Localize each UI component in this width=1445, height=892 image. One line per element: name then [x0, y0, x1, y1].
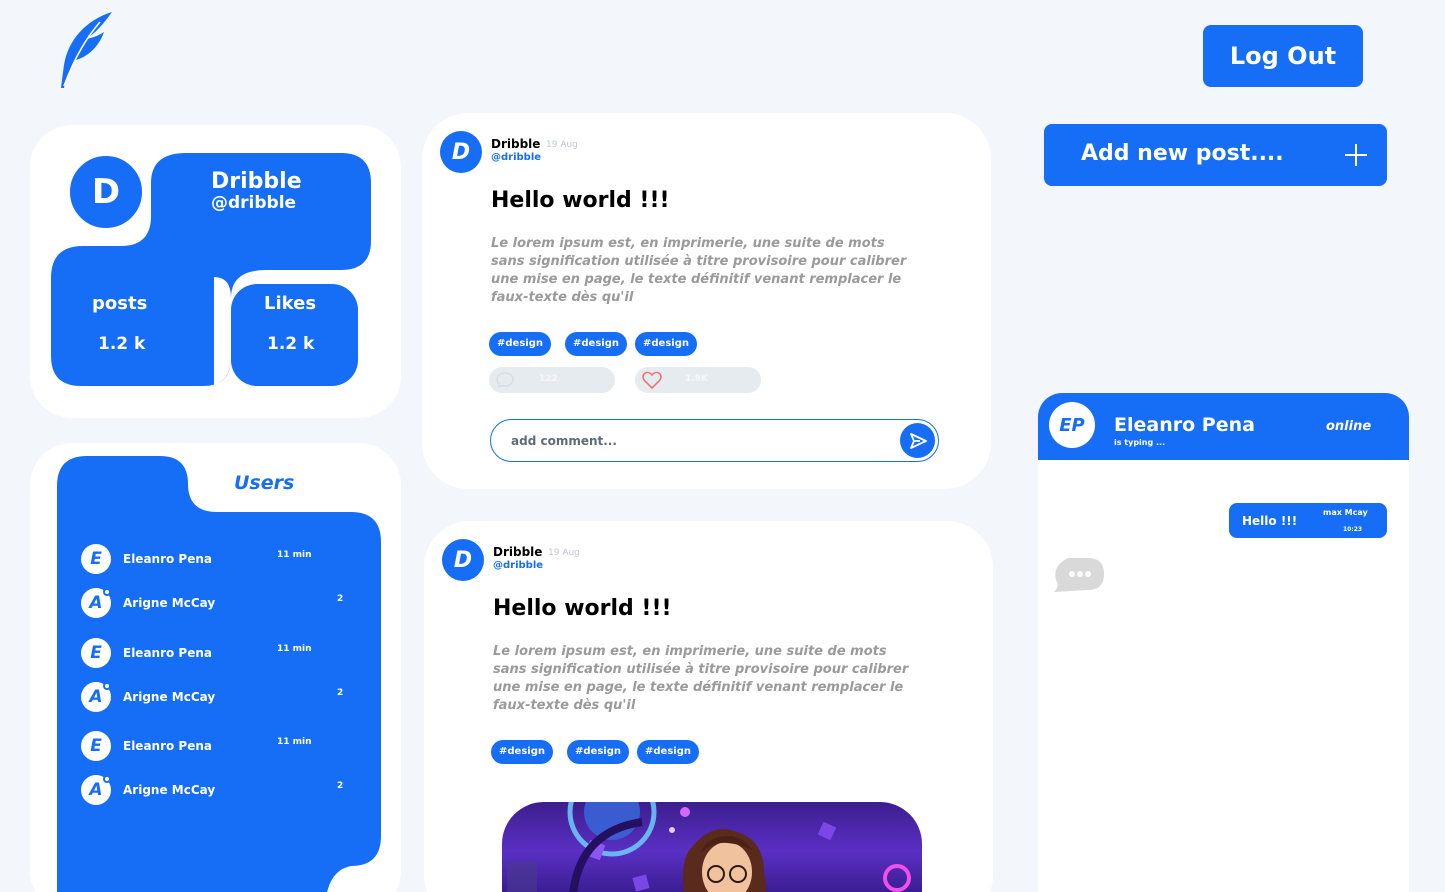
post-image[interactable] [502, 802, 922, 892]
message-time: 10:23 [1343, 526, 1363, 533]
typing-indicator-text: is typing ... [1114, 438, 1166, 447]
post-title: Hello world !!! [491, 188, 670, 213]
illustrated-girl-image [507, 802, 911, 892]
heart-icon [642, 371, 662, 390]
add-new-post-label: Add new post.... [1081, 141, 1284, 166]
plus-icon [1345, 144, 1367, 166]
user-name: Eleanro Pena [123, 552, 213, 566]
users-title: Users [234, 472, 295, 494]
typing-bubble-icon [1054, 558, 1104, 592]
user-time: 2 [337, 594, 344, 604]
add-new-post-button[interactable]: Add new post.... [1044, 124, 1387, 186]
user-list-item[interactable]: E Eleanro Pena 11 min [81, 638, 321, 670]
user-list-item[interactable]: E Eleanro Pena 11 min [81, 544, 321, 576]
post-tag[interactable]: #design [637, 740, 699, 764]
user-avatar: E [81, 638, 111, 668]
post-author-handle[interactable]: @dribble [491, 152, 541, 163]
online-status: online [1326, 419, 1372, 434]
user-time: 11 min [277, 737, 312, 747]
logout-button[interactable]: Log Out [1203, 25, 1363, 87]
profile-name: Dribble [211, 169, 302, 194]
user-time: 2 [337, 781, 344, 791]
user-name: Eleanro Pena [123, 646, 213, 660]
users-card: Users E Eleanro Pena 11 min A Arigne McC… [30, 443, 401, 892]
likes-count: 1.8K [685, 374, 708, 384]
post-title: Hello world !!! [493, 596, 672, 621]
profile-handle: @dribble [211, 193, 297, 213]
user-name: Arigne McCay [123, 783, 216, 797]
posts-stat-value: 1.2 k [98, 334, 146, 354]
user-avatar: E [81, 731, 111, 761]
user-list-item[interactable]: E Eleanro Pena 11 min [81, 731, 321, 763]
post-tag[interactable]: #design [567, 740, 629, 764]
chat-header: EP Eleanro Pena is typing ... online [1038, 393, 1409, 460]
user-list-item[interactable]: A Arigne McCay 2 [81, 775, 343, 807]
post-tag[interactable]: #design [565, 332, 627, 356]
profile-avatar[interactable]: D [66, 152, 146, 232]
profile-card: D Dribble @dribble posts 1.2 k Likes 1.2… [30, 125, 401, 418]
chat-panel: EP Eleanro Pena is typing ... online Hel… [1038, 393, 1409, 892]
message-text: Hello !!! [1242, 514, 1298, 528]
post-tag[interactable]: #design [635, 332, 697, 356]
likes-stat-label: Likes [264, 293, 317, 314]
post-date: 19 Aug [546, 140, 578, 150]
user-list-item[interactable]: A Arigne McCay 2 [81, 588, 343, 620]
post-author-name[interactable]: Dribble [491, 137, 540, 151]
send-comment-button[interactable] [900, 423, 935, 458]
user-time: 11 min [277, 550, 312, 560]
online-indicator [103, 775, 111, 783]
chat-message[interactable]: Hello !!! max Mcay 10:23 [1229, 503, 1387, 538]
post-body: Le lorem ipsum est, en imprimerie, une s… [491, 236, 907, 305]
chat-contact-name: Eleanro Pena [1114, 414, 1255, 436]
like-button[interactable]: 1.8K [635, 367, 761, 393]
user-time: 2 [337, 688, 344, 698]
post-author-handle[interactable]: @dribble [493, 560, 543, 571]
feather-icon[interactable] [56, 10, 116, 90]
user-name: Arigne McCay [123, 596, 216, 610]
comment-input[interactable] [511, 430, 881, 452]
user-time: 11 min [277, 644, 312, 654]
post-body: Le lorem ipsum est, en imprimerie, une s… [493, 644, 909, 713]
users-card-background [57, 456, 381, 892]
post-date: 19 Aug [548, 548, 580, 558]
send-icon [909, 432, 927, 449]
user-name: Arigne McCay [123, 690, 216, 704]
chat-avatar[interactable]: EP [1049, 402, 1095, 448]
user-avatar: E [81, 544, 111, 574]
message-sender: max Mcay [1323, 508, 1368, 517]
post-author-avatar[interactable]: D [442, 539, 484, 581]
comments-button[interactable]: 122 [489, 367, 615, 393]
online-indicator [103, 588, 111, 596]
post-tag[interactable]: #design [491, 740, 553, 764]
comments-count: 122 [539, 374, 558, 384]
user-name: Eleanro Pena [123, 739, 213, 753]
post-tag[interactable]: #design [489, 332, 551, 356]
post-author-name[interactable]: Dribble [493, 545, 542, 559]
online-indicator [103, 682, 111, 690]
comment-box [490, 419, 939, 462]
likes-stat-value: 1.2 k [267, 334, 315, 354]
post-author-avatar[interactable]: D [440, 131, 482, 173]
comment-icon [496, 372, 514, 389]
posts-stat-label: posts [92, 293, 148, 314]
user-list-item[interactable]: A Arigne McCay 2 [81, 682, 343, 714]
